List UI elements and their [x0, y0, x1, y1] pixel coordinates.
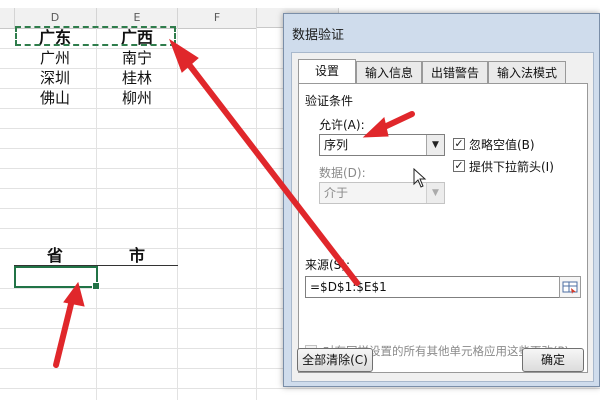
source-input[interactable]: =$D$1:$E$1	[305, 276, 567, 298]
cell-city-header[interactable]: 市	[97, 246, 177, 266]
column-header-f[interactable]: F	[178, 8, 257, 29]
range-picker-icon	[562, 281, 578, 294]
grid-line	[256, 28, 257, 400]
cell-e3[interactable]: 桂林	[97, 68, 177, 88]
fill-handle[interactable]	[92, 282, 100, 290]
tab-ime-mode[interactable]: 输入法模式	[488, 61, 566, 83]
dialog-title: 数据验证	[292, 28, 345, 43]
dropdown-arrow-label: 提供下拉箭头(I)	[469, 160, 554, 174]
selected-cell[interactable]	[14, 266, 98, 288]
tab-input-message[interactable]: 输入信息	[356, 61, 422, 83]
cell-province-header[interactable]: 省	[14, 246, 96, 266]
grid-line	[177, 28, 178, 400]
allow-select[interactable]: 序列 ▼	[319, 134, 445, 156]
dialog-titlebar[interactable]: 数据验证	[284, 14, 599, 48]
validation-criteria-label: 验证条件	[305, 94, 354, 108]
settings-panel: 验证条件 允许(A): 序列 ▼ ✓ 忽略空值(B) ✓ 提供下拉箭头(I) 数…	[298, 83, 588, 373]
cell-e4[interactable]: 柳州	[97, 88, 177, 108]
source-label: 来源(S):	[305, 258, 351, 272]
mouse-cursor-icon	[413, 168, 427, 188]
cell-e2[interactable]: 南宁	[97, 48, 177, 68]
chevron-down-icon[interactable]: ▼	[426, 135, 444, 155]
dialog-client: 设置 输入信息 出错警告 输入法模式 验证条件 允许(A): 序列 ▼ ✓ 忽略…	[291, 52, 594, 382]
copy-marquee	[15, 26, 176, 46]
cell-d4[interactable]: 佛山	[14, 88, 96, 108]
data-label: 数据(D):	[319, 166, 366, 180]
dropdown-arrow-checkbox[interactable]: ✓	[453, 160, 465, 172]
allow-label: 允许(A):	[319, 118, 365, 132]
ignore-blank-checkbox[interactable]: ✓	[453, 138, 465, 150]
allow-value: 序列	[324, 138, 349, 152]
grid-line	[0, 388, 600, 389]
cell-d2[interactable]: 广州	[14, 48, 96, 68]
corner-header[interactable]	[0, 8, 15, 29]
clear-all-button[interactable]: 全部清除(C)	[297, 348, 373, 372]
ok-button[interactable]: 确定	[522, 348, 584, 372]
range-select-button[interactable]	[559, 276, 581, 298]
tab-settings[interactable]: 设置	[298, 59, 356, 84]
tab-error-alert[interactable]: 出错警告	[422, 61, 488, 83]
ignore-blank-label: 忽略空值(B)	[469, 138, 535, 152]
cell-d3[interactable]: 深圳	[14, 68, 96, 88]
data-value: 介于	[324, 186, 349, 200]
data-validation-dialog: 数据验证 设置 输入信息 出错警告 输入法模式 验证条件 允许(A): 序列 ▼…	[283, 13, 600, 387]
